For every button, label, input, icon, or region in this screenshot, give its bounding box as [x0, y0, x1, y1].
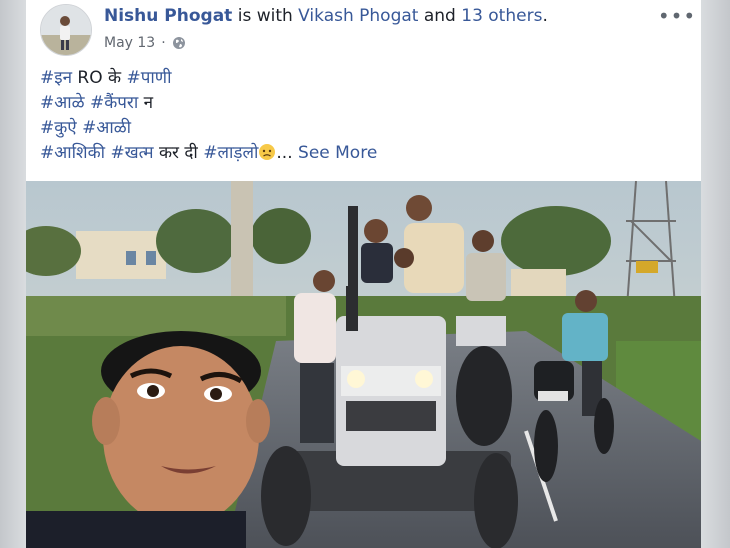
post-meta: May 13 · [104, 35, 186, 51]
sad-face-emoji-icon [259, 144, 276, 160]
see-more-link[interactable]: See More [298, 143, 377, 163]
hashtag[interactable]: #इन [40, 68, 72, 88]
dot-separator: · [161, 35, 166, 51]
globe-icon[interactable] [172, 36, 186, 50]
more-options-button[interactable]: ••• [657, 4, 697, 28]
and-text: and [418, 6, 462, 26]
hashtag[interactable]: #लाड़लो [203, 143, 258, 163]
hashtag[interactable]: #पाणी [127, 68, 172, 88]
ellipsis-text: ... [276, 143, 299, 163]
hashtag[interactable]: #आळे [40, 93, 85, 113]
hashtag[interactable]: #कुऐ [40, 118, 77, 138]
right-backdrop [701, 0, 730, 548]
left-backdrop [0, 0, 26, 548]
avatar-photo [41, 5, 91, 55]
message-text: RO के [72, 68, 127, 88]
period: . [542, 6, 548, 26]
message-line-4: #आशिकी #खत्म कर दी #लाड़लो... See More [40, 141, 377, 166]
post-header: Nishu Phogat is with Vikash Phogat and 1… [104, 6, 548, 26]
message-line-1: #इन RO के #पाणी [40, 66, 377, 91]
post-photo[interactable] [26, 181, 701, 548]
post-message: #इन RO के #पाणी #आळे #कैंपरा न #कुऐ #आळी… [40, 66, 377, 166]
author-name[interactable]: Nishu Phogat [104, 6, 232, 26]
message-text: कर दी [153, 143, 204, 163]
ellipsis-icon: ••• [657, 4, 697, 28]
message-text: न [138, 93, 154, 113]
avatar[interactable] [40, 4, 92, 56]
post-card: Nishu Phogat is with Vikash Phogat and 1… [26, 0, 701, 548]
message-line-3: #कुऐ #आळी [40, 116, 377, 141]
tagged-person[interactable]: Vikash Phogat [298, 6, 418, 26]
post-date[interactable]: May 13 [104, 35, 155, 51]
hashtag[interactable]: #कैंपरा [90, 93, 138, 113]
hashtag[interactable]: #खत्म [110, 143, 153, 163]
message-line-2: #आळे #कैंपरा न [40, 91, 377, 116]
hashtag[interactable]: #आशिकी [40, 143, 105, 163]
hashtag[interactable]: #आळी [82, 118, 131, 138]
others-link[interactable]: 13 others [461, 6, 542, 26]
with-text: is with [232, 6, 299, 26]
